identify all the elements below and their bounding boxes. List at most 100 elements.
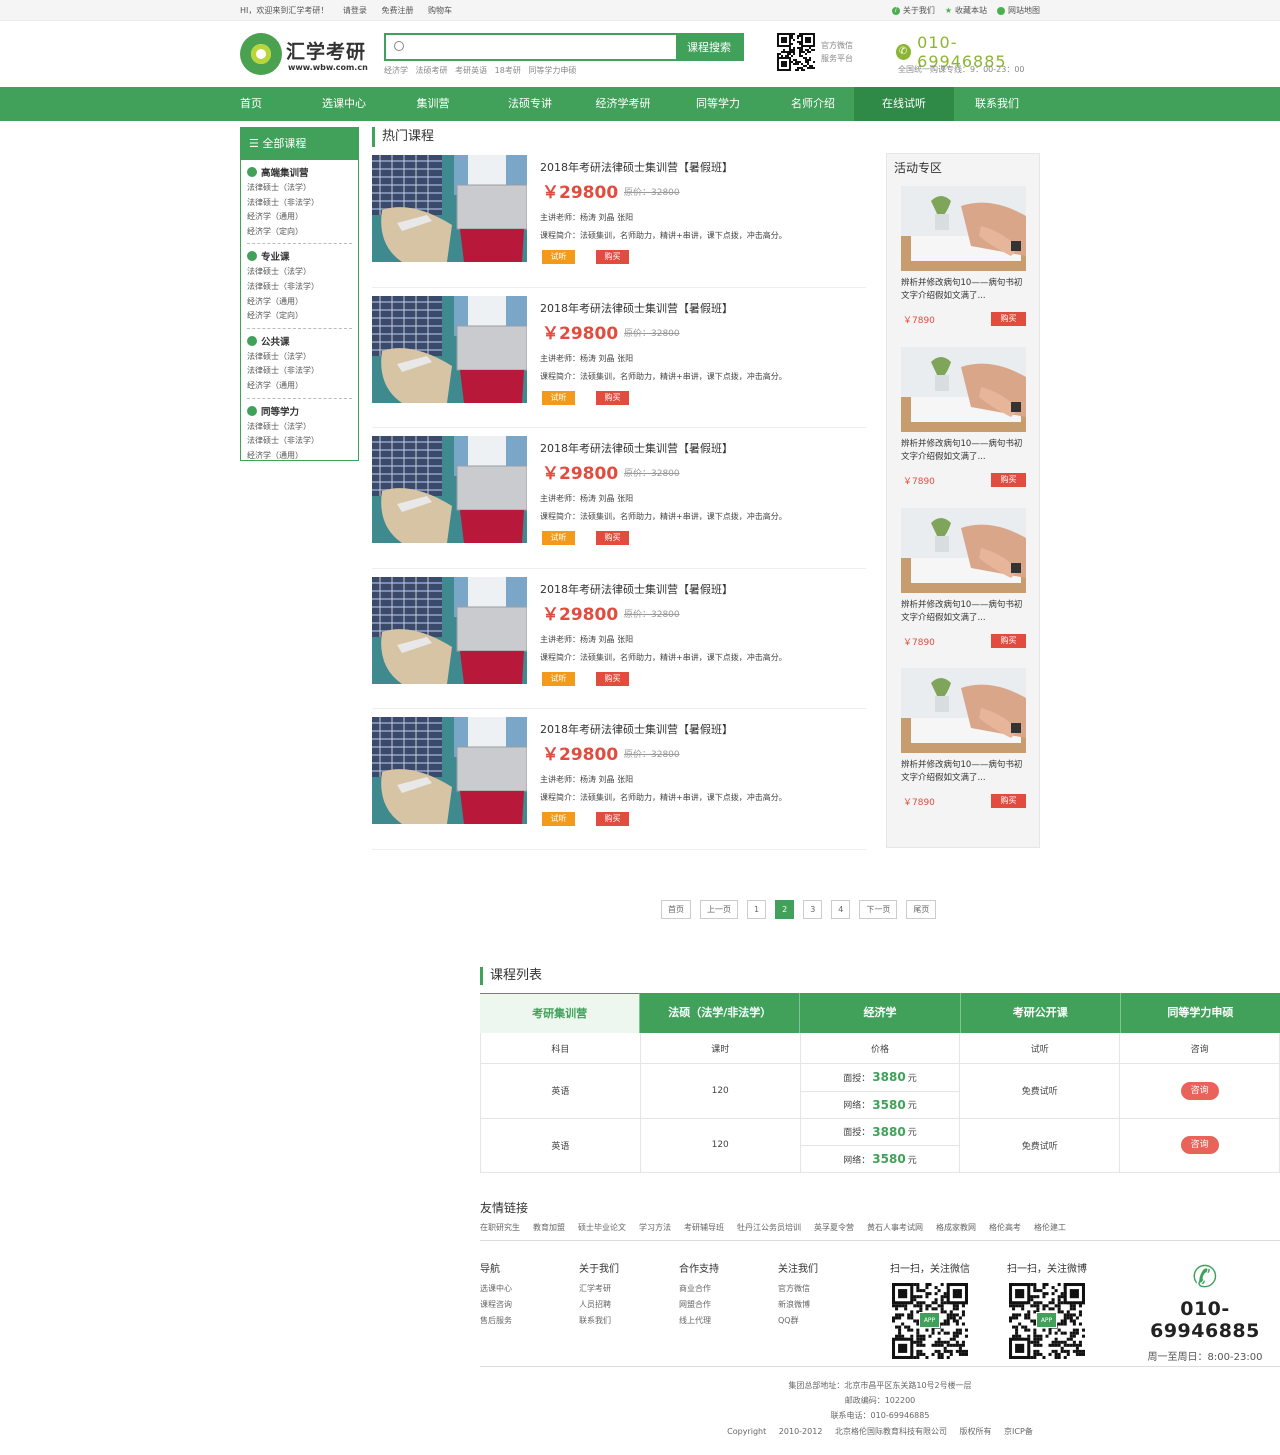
sidebar-item[interactable]: 法律硕士（非法学） [247, 196, 352, 211]
activity-buy-button[interactable]: 购买 [991, 472, 1026, 487]
sidebar-item[interactable]: 经济学（通用） [247, 295, 352, 310]
sidebar-item[interactable]: 法律硕士（法学） [247, 181, 352, 196]
buy-button[interactable]: 购买 [596, 531, 629, 546]
footer-link[interactable]: QQ群 [778, 1313, 848, 1329]
course-name[interactable]: 2018年考研法律硕士集训营【暑假班】 [540, 581, 733, 597]
page-last[interactable]: 尾页 [906, 900, 937, 919]
activity-buy-button[interactable]: 购买 [991, 312, 1026, 326]
trial-button[interactable]: 试听 [542, 812, 575, 827]
trial-button[interactable]: 试听 [542, 671, 575, 686]
page-1[interactable]: 1 [747, 900, 767, 919]
friend-link[interactable]: 牡丹江公务员培训 [737, 1222, 801, 1233]
friend-link[interactable]: 在职研究生 [480, 1222, 520, 1233]
course-name[interactable]: 2018年考研法律硕士集训营【暑假班】 [540, 721, 733, 737]
page-next[interactable]: 下一页 [859, 900, 898, 919]
activity-text[interactable]: 辨析并修改病句10——病句书初文字介绍假如文满了... [901, 759, 1029, 785]
tab-economics[interactable]: 经济学 [800, 993, 961, 1033]
sidebar-group-title[interactable]: 同等学力 [247, 404, 352, 418]
nav-item-contact[interactable]: 联系我们 [954, 87, 1040, 121]
sidebar-item[interactable]: 法律硕士（非法学） [247, 364, 352, 379]
activity-image[interactable] [901, 186, 1026, 271]
search-input[interactable] [386, 35, 676, 59]
consult-button[interactable]: 咨询 [1180, 1136, 1219, 1155]
consult-button[interactable]: 咨询 [1180, 1081, 1219, 1100]
course-image[interactable] [372, 155, 527, 262]
activity-image[interactable] [901, 346, 1026, 432]
nav-item-camp[interactable]: 集训营 [388, 87, 478, 121]
login-link[interactable]: 请登录 [343, 6, 367, 15]
sidebar-item[interactable]: 法律硕士（法学） [247, 420, 352, 435]
tab-open-class[interactable]: 考研公开课 [961, 993, 1121, 1033]
course-image[interactable] [372, 576, 527, 684]
cart-link[interactable]: 购物车 [428, 6, 452, 15]
trial-button[interactable]: 试听 [542, 390, 575, 405]
friend-link[interactable]: 格成家教网 [936, 1222, 976, 1233]
footer-link[interactable]: 新浪微博 [778, 1297, 848, 1313]
friend-link[interactable]: 格伦高考 [989, 1222, 1021, 1233]
friend-link[interactable]: 黄石人事考试网 [867, 1222, 923, 1233]
trial-button[interactable]: 试听 [542, 531, 575, 546]
sidebar-item[interactable]: 法律硕士（非法学） [247, 434, 352, 449]
friend-link[interactable]: 格伦建工 [1034, 1222, 1066, 1233]
friend-link[interactable]: 学习方法 [639, 1222, 671, 1233]
course-name[interactable]: 2018年考研法律硕士集训营【暑假班】 [540, 159, 733, 175]
hot-keyword[interactable]: 经济学 [384, 66, 408, 75]
activity-text[interactable]: 辨析并修改病句10——病句书初文字介绍假如文满了... [901, 599, 1029, 625]
footer-link[interactable]: 汇学考研 [579, 1281, 649, 1297]
friend-link[interactable]: 硕士毕业论文 [578, 1222, 626, 1233]
icp-label[interactable]: 京ICP备 [1004, 1427, 1033, 1436]
sidebar-item[interactable]: 法律硕士（法学） [247, 265, 352, 280]
friend-link[interactable]: 考研辅导班 [684, 1222, 724, 1233]
footer-link[interactable]: 售后服务 [480, 1313, 550, 1329]
tab-equivalent[interactable]: 同等学力申硕 [1121, 993, 1280, 1033]
page-prev[interactable]: 上一页 [700, 900, 738, 919]
favorite-link[interactable]: ★ 收藏本站 [945, 5, 987, 16]
buy-button[interactable]: 购买 [596, 812, 629, 827]
friend-link[interactable]: 英孚夏令营 [814, 1222, 854, 1233]
footer-link[interactable]: 官方微信 [778, 1281, 848, 1297]
trial-button[interactable]: 试听 [542, 250, 575, 264]
buy-button[interactable]: 购买 [596, 390, 629, 405]
sidebar-group-title[interactable]: 高端集训营 [247, 165, 352, 179]
course-image[interactable] [372, 295, 527, 403]
activity-buy-button[interactable]: 购买 [991, 633, 1026, 648]
sidebar-item[interactable]: 经济学（通用） [247, 379, 352, 394]
nav-item-economics[interactable]: 经济学考研 [582, 87, 664, 121]
hot-keyword[interactable]: 18考研 [495, 66, 521, 75]
page-4[interactable]: 4 [831, 900, 851, 919]
nav-item-course-center[interactable]: 选课中心 [306, 87, 388, 121]
course-image[interactable] [372, 717, 527, 825]
sidebar-item[interactable]: 法律硕士（非法学） [247, 280, 352, 295]
activity-text[interactable]: 辨析并修改病句10——病句书初文字介绍假如文满了... [901, 438, 1029, 464]
footer-link[interactable]: 商业合作 [679, 1281, 749, 1297]
nav-item-equivalent[interactable]: 同等学力 [664, 87, 772, 121]
hot-keyword[interactable]: 法硕考研 [416, 66, 448, 75]
page-3[interactable]: 3 [803, 900, 823, 919]
nav-item-home[interactable]: 首页 [240, 87, 306, 121]
sidebar-item[interactable]: 经济学（定向） [247, 225, 352, 240]
page-2[interactable]: 2 [775, 900, 795, 919]
friend-link[interactable]: 教育加盟 [533, 1222, 565, 1233]
logo[interactable]: 汇学考研 www.wbw.com.cn [240, 31, 370, 77]
register-link[interactable]: 免费注册 [381, 6, 413, 15]
hot-keyword[interactable]: 同等学力申硕 [528, 66, 576, 75]
tab-camp[interactable]: 考研集训营 [480, 993, 641, 1033]
activity-buy-button[interactable]: 购买 [991, 794, 1026, 809]
buy-button[interactable]: 购买 [596, 250, 629, 264]
sidebar-group-title[interactable]: 专业课 [247, 249, 352, 263]
cell-trial[interactable]: 免费试听 [960, 1118, 1121, 1173]
nav-item-teachers[interactable]: 名师介绍 [772, 87, 854, 121]
footer-link[interactable]: 网盟合作 [679, 1297, 749, 1313]
about-link[interactable]: i 关于我们 [891, 5, 935, 16]
tab-law[interactable]: 法硕（法学/非法学） [640, 993, 801, 1033]
sidebar-item[interactable]: 经济学（通用） [247, 449, 352, 464]
hot-keyword[interactable]: 考研英语 [455, 66, 487, 75]
nav-item-law[interactable]: 法硕专讲 [478, 87, 582, 121]
sidebar-item[interactable]: 经济学（定向） [247, 309, 352, 324]
nav-item-trial[interactable]: 在线试听 [854, 87, 954, 121]
cell-trial[interactable]: 免费试听 [960, 1064, 1121, 1119]
buy-button[interactable]: 购买 [596, 671, 629, 686]
sitemap-link[interactable]: 网站地图 [997, 5, 1040, 16]
course-name[interactable]: 2018年考研法律硕士集训营【暑假班】 [540, 300, 733, 316]
sidebar-item[interactable]: 法律硕士（法学） [247, 350, 352, 365]
